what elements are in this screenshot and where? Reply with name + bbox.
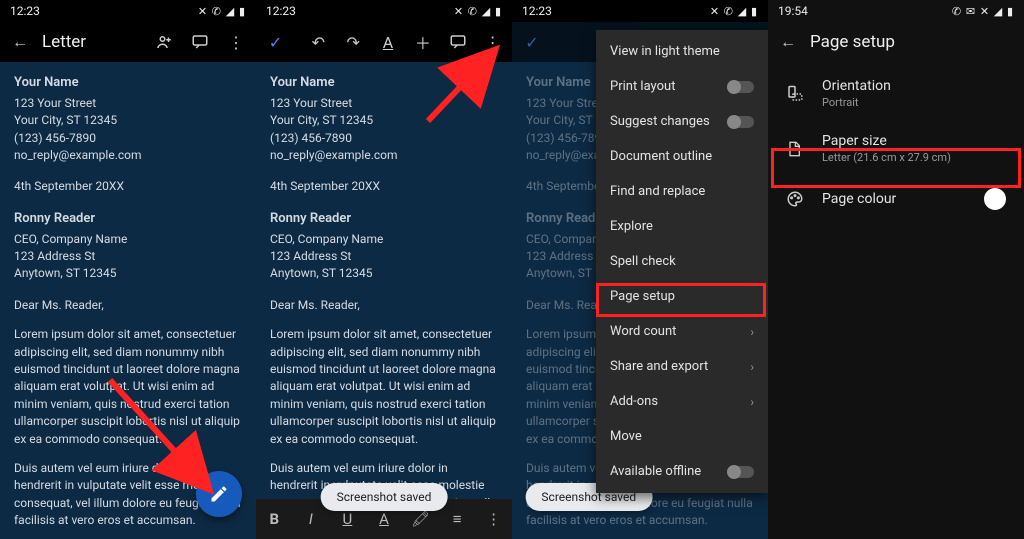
sender-citystate: Your City, ST 12345 bbox=[14, 112, 242, 129]
menu-available-offline[interactable]: Available offline bbox=[596, 454, 768, 489]
annotation-highlight-page-colour bbox=[771, 148, 1021, 188]
page-setup-title: Page setup bbox=[810, 32, 1018, 52]
status-bar: 12:23 ✕ ✆ ◢ ▮ bbox=[256, 0, 512, 22]
toggle-icon[interactable] bbox=[728, 81, 754, 93]
status-bar: 12:23 ✕ ✆ ◢ ▮ bbox=[0, 0, 256, 22]
setting-orientation[interactable]: Orientation Portrait bbox=[768, 66, 1024, 121]
sender-phone: (123) 456-7890 bbox=[14, 130, 242, 147]
menu-print-layout[interactable]: Print layout bbox=[596, 69, 768, 104]
sender-email: no_reply@example.com bbox=[14, 147, 242, 164]
italic-button[interactable]: I bbox=[297, 510, 325, 528]
more-menu-icon[interactable]: ⋮ bbox=[222, 28, 250, 56]
overflow-menu: View in light theme Print layout Suggest… bbox=[596, 30, 768, 493]
sender-street: 123 Your Street bbox=[14, 95, 242, 112]
chevron-right-icon: › bbox=[750, 325, 754, 339]
page-colour-swatch[interactable] bbox=[984, 188, 1006, 210]
annotation-arrow-overflow bbox=[418, 41, 512, 141]
doc-title: Letter bbox=[42, 32, 142, 52]
status-time: 12:23 bbox=[10, 4, 40, 18]
status-time: 12:23 bbox=[522, 4, 552, 18]
undo-icon[interactable]: ↶ bbox=[305, 28, 332, 56]
menu-explore[interactable]: Explore bbox=[596, 209, 768, 244]
underline-button[interactable]: U bbox=[333, 510, 361, 528]
toggle-icon[interactable] bbox=[728, 116, 754, 128]
toast-screenshot-saved: Screenshot saved bbox=[321, 483, 448, 511]
chevron-right-icon: › bbox=[750, 360, 754, 374]
orientation-icon bbox=[786, 85, 806, 103]
menu-view-light-theme[interactable]: View in light theme bbox=[596, 34, 768, 69]
paper-size-label: Paper size bbox=[822, 133, 951, 149]
status-icons: ✆ ✉ ✕ ◢ ▮ bbox=[952, 5, 1014, 18]
menu-add-ons[interactable]: Add-ons› bbox=[596, 384, 768, 419]
status-bar: 12:23 ✕ ✆ ◢ ▮ bbox=[512, 0, 768, 22]
highlight-button[interactable]: 🖍 bbox=[407, 510, 435, 528]
annotation-highlight-page-setup bbox=[596, 283, 766, 317]
text-color-button[interactable]: A bbox=[370, 510, 398, 528]
status-bar: 19:54 ✆ ✉ ✕ ◢ ▮ bbox=[768, 0, 1024, 22]
bold-button[interactable]: B bbox=[260, 510, 288, 528]
align-button[interactable]: ≡ bbox=[443, 510, 471, 528]
back-button[interactable]: ← bbox=[6, 28, 34, 56]
recipient-city: Anytown, ST 12345 bbox=[14, 265, 242, 282]
recipient-title: CEO, Company Name bbox=[14, 231, 242, 248]
status-time: 19:54 bbox=[778, 4, 808, 18]
orientation-label: Orientation bbox=[822, 78, 891, 94]
app-bar-settings: ← Page setup bbox=[768, 22, 1024, 62]
recipient-street: 123 Address St bbox=[14, 248, 242, 265]
redo-icon[interactable]: ↷ bbox=[340, 28, 367, 56]
done-check-icon[interactable]: ✓ bbox=[262, 28, 289, 56]
phone-screen-3: 12:23 ✕ ✆ ◢ ▮ ✓ Your Name 123 Your Stree… bbox=[512, 0, 768, 539]
orientation-value: Portrait bbox=[822, 96, 891, 109]
menu-document-outline[interactable]: Document outline bbox=[596, 139, 768, 174]
toolbar-more-button[interactable]: ⋮ bbox=[480, 510, 508, 528]
back-button[interactable]: ← bbox=[774, 28, 802, 56]
status-icons: ✕ ✆ ◢ ▮ bbox=[454, 5, 502, 18]
status-time: 12:23 bbox=[266, 4, 296, 18]
menu-move[interactable]: Move bbox=[596, 419, 768, 454]
text-format-icon[interactable]: A bbox=[375, 28, 402, 56]
settings-list: Orientation Portrait Paper size Letter (… bbox=[768, 62, 1024, 226]
menu-word-count[interactable]: Word count› bbox=[596, 314, 768, 349]
menu-suggest-changes[interactable]: Suggest changes bbox=[596, 104, 768, 139]
comment-icon[interactable] bbox=[186, 28, 214, 56]
done-check-icon[interactable]: ✓ bbox=[518, 28, 546, 56]
toggle-icon[interactable] bbox=[728, 466, 754, 478]
status-icons: ✕ ✆ ◢ ▮ bbox=[198, 5, 246, 18]
app-bar: ← Letter ⋮ bbox=[0, 22, 256, 62]
menu-spell-check[interactable]: Spell check bbox=[596, 244, 768, 279]
page-colour-label: Page colour bbox=[822, 191, 968, 207]
status-icons: ✕ ✆ ◢ ▮ bbox=[710, 5, 758, 18]
letter-date: 4th September 20XX bbox=[14, 178, 242, 195]
sender-name: Your Name bbox=[14, 74, 242, 93]
recipient-name: Ronny Reader bbox=[14, 210, 242, 229]
phone-screen-2: 12:23 ✕ ✆ ◢ ▮ ✓ ↶ ↷ A ＋ ⋮ Your Name 123 … bbox=[256, 0, 512, 539]
chevron-right-icon: › bbox=[750, 395, 754, 409]
phone-screen-4: 19:54 ✆ ✉ ✕ ◢ ▮ ← Page setup Orientation… bbox=[768, 0, 1024, 539]
menu-share-export[interactable]: Share and export› bbox=[596, 349, 768, 384]
menu-find-replace[interactable]: Find and replace bbox=[596, 174, 768, 209]
annotation-arrow-fab bbox=[100, 370, 240, 520]
palette-icon bbox=[786, 190, 806, 208]
phone-screen-1: 12:23 ✕ ✆ ◢ ▮ ← Letter ⋮ Your Name 123 Y… bbox=[0, 0, 256, 539]
greeting: Dear Ms. Reader, bbox=[14, 297, 242, 314]
share-person-icon[interactable] bbox=[150, 28, 178, 56]
